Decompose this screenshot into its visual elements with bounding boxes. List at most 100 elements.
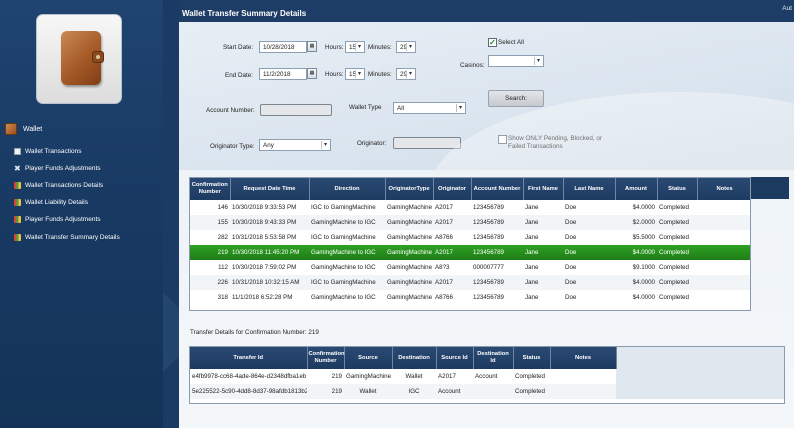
calendar-icon[interactable]: ▦ xyxy=(307,68,317,79)
table-row[interactable]: e4fb9978-cc68-4ade-864e-d2348dfba1eb 219 G… xyxy=(190,369,784,384)
column-header-confirmation-number[interactable]: Confirmation Number xyxy=(307,347,345,369)
table-cell: Doe xyxy=(563,200,615,215)
table-cell: GamingMachine xyxy=(385,260,433,275)
table-cell: 000007777 xyxy=(471,260,523,275)
end-hours-select[interactable]: 15 ▾ xyxy=(345,68,365,80)
column-header-amount[interactable]: Amount xyxy=(615,178,658,200)
start-hours-select[interactable]: 15 ▾ xyxy=(345,41,365,53)
summary-grid-header-extension xyxy=(751,177,789,199)
sidebar-item-wallet-liability-details[interactable]: Wallet Liability Details xyxy=(14,196,88,208)
sidebar-collapse-tab[interactable] xyxy=(163,0,179,428)
report-icon xyxy=(14,181,21,189)
row-filler xyxy=(616,384,784,399)
table-row[interactable]: 282 10/31/2018 5:53:58 PM IGC to GamingMac… xyxy=(190,230,750,245)
table-cell: Completed xyxy=(513,369,550,384)
column-header-originator-type[interactable]: OriginatorType xyxy=(385,178,434,200)
table-cell: Completed xyxy=(513,384,550,399)
table-cell: Doe xyxy=(563,245,615,260)
sidebar-item-label: Player Funds Adjustments xyxy=(25,164,101,172)
table-row[interactable]: 5e225522-5c90-4dd8-8d37-98afdb1813b2 219 W… xyxy=(190,384,784,399)
title-bar: Wallet Transfer Summary Details Aut xyxy=(179,0,794,22)
table-cell: IGC to GamingMachine xyxy=(309,230,385,245)
column-header-status[interactable]: Status xyxy=(657,178,698,200)
wallet-type-select[interactable]: All ▾ xyxy=(393,102,466,114)
table-row[interactable]: 318 11/1/2018 6:52:28 PM GamingMachine to … xyxy=(190,290,750,305)
wallet-type-value: All xyxy=(397,105,404,112)
table-row[interactable]: 112 10/30/2018 7:59:02 PM GamingMachine to… xyxy=(190,260,750,275)
originator-type-select[interactable]: Any ▾ xyxy=(259,139,331,151)
table-row[interactable]: 226 10/31/2018 10:32:15 AM IGC to GamingMa… xyxy=(190,275,750,290)
sidebar-item-wallet-transfer-summary-details[interactable]: Wallet Transfer Summary Details xyxy=(14,231,120,243)
select-all-checkbox[interactable]: ✓ xyxy=(488,38,497,47)
sidebar-item-wallet-transactions-details[interactable]: Wallet Transactions Details xyxy=(14,179,103,191)
table-cell: 10/30/2018 7:59:02 PM xyxy=(230,260,309,275)
row-filler xyxy=(616,369,784,384)
table-cell: A8?3 xyxy=(433,260,471,275)
account-number-input[interactable] xyxy=(260,104,332,116)
table-cell: 219 xyxy=(307,384,344,399)
column-header-confirmation-number[interactable]: Confirmation Number xyxy=(190,178,231,200)
tools-icon: ✖ xyxy=(14,163,21,173)
column-header-destination-id[interactable]: Destination Id xyxy=(473,347,514,369)
sidebar-item-wallet-transactions[interactable]: Wallet Transactions xyxy=(14,145,81,157)
column-header-account-number[interactable]: Account Number xyxy=(471,178,524,200)
table-row-selected[interactable]: 219 10/30/2018 11:45:20 PM GamingMachine t… xyxy=(190,245,750,260)
table-cell: IGC to GamingMachine xyxy=(309,200,385,215)
column-header-source[interactable]: Source xyxy=(344,347,393,369)
table-cell: GamingMachine to IGC xyxy=(309,215,385,230)
originator-input[interactable] xyxy=(393,137,461,149)
column-header-originator[interactable]: Originator xyxy=(433,178,472,200)
column-header-status[interactable]: Status xyxy=(513,347,551,369)
table-row[interactable]: 155 10/30/2018 9:43:33 PM GamingMachine to… xyxy=(190,215,750,230)
column-header-first-name[interactable]: First Name xyxy=(523,178,564,200)
header-filler xyxy=(616,347,784,369)
table-cell: $4.0000 xyxy=(615,290,657,305)
table-cell: A2017 xyxy=(436,369,473,384)
column-header-request-date-time[interactable]: Request Date Time xyxy=(230,178,310,200)
column-header-destination[interactable]: Destination xyxy=(392,347,437,369)
sidebar-item-player-funds-adjustments-report[interactable]: Player Funds Adjustments xyxy=(14,213,101,225)
table-cell: Doe xyxy=(563,230,615,245)
table-cell: A2017 xyxy=(433,200,471,215)
casinos-select[interactable]: ▾ xyxy=(488,55,544,67)
table-cell: $4.0000 xyxy=(615,200,657,215)
table-cell: 219 xyxy=(190,245,230,260)
table-cell: Jane xyxy=(523,200,563,215)
page-title: Wallet Transfer Summary Details xyxy=(182,9,307,18)
column-header-direction[interactable]: Direction xyxy=(309,178,386,200)
show-only-checkbox[interactable] xyxy=(498,135,507,144)
table-cell: Completed xyxy=(657,260,697,275)
table-cell: 10/30/2018 9:33:53 PM xyxy=(230,200,309,215)
start-minutes-select[interactable]: 29 ▾ xyxy=(396,41,416,53)
table-cell: Wallet xyxy=(344,384,392,399)
column-header-transfer-id[interactable]: Transfer Id xyxy=(190,347,308,369)
column-header-last-name[interactable]: Last Name xyxy=(563,178,616,200)
table-cell: GamingMachine xyxy=(385,230,433,245)
table-cell: GamingMachine to IGC xyxy=(309,260,385,275)
start-date-input[interactable]: 10/28/2018 xyxy=(259,41,307,53)
table-cell xyxy=(697,230,750,245)
table-cell: Doe xyxy=(563,290,615,305)
user-label: Aut xyxy=(782,5,792,12)
end-minutes-select[interactable]: 29 ▾ xyxy=(396,68,416,80)
sidebar-section-wallet[interactable]: Wallet xyxy=(0,119,165,139)
table-cell: Wallet xyxy=(392,369,436,384)
column-header-notes[interactable]: Notes xyxy=(550,347,617,369)
table-cell: $5.5000 xyxy=(615,230,657,245)
column-header-source-id[interactable]: Source Id xyxy=(436,347,474,369)
report-icon xyxy=(14,233,21,241)
search-button[interactable]: Search: xyxy=(488,90,544,107)
table-cell: 123456789 xyxy=(471,200,523,215)
transfer-grid-header: Transfer Id Confirmation Number Source D… xyxy=(190,347,784,369)
column-header-notes[interactable]: Notes xyxy=(697,178,750,200)
sidebar-item-player-funds-adjustments[interactable]: ✖ Player Funds Adjustments xyxy=(14,162,101,174)
table-cell: 123456789 xyxy=(471,290,523,305)
chevron-down-icon: ▾ xyxy=(355,43,363,51)
chevron-down-icon: ▾ xyxy=(456,104,464,112)
table-cell xyxy=(550,384,616,399)
table-row[interactable]: 146 10/30/2018 9:33:53 PM IGC to GamingMac… xyxy=(190,200,750,215)
account-number-label: Account Number: xyxy=(206,107,255,114)
calendar-icon[interactable]: ▦ xyxy=(307,41,317,52)
end-date-input[interactable]: 11/2/2018 xyxy=(259,68,307,80)
table-cell: A2017 xyxy=(433,215,471,230)
